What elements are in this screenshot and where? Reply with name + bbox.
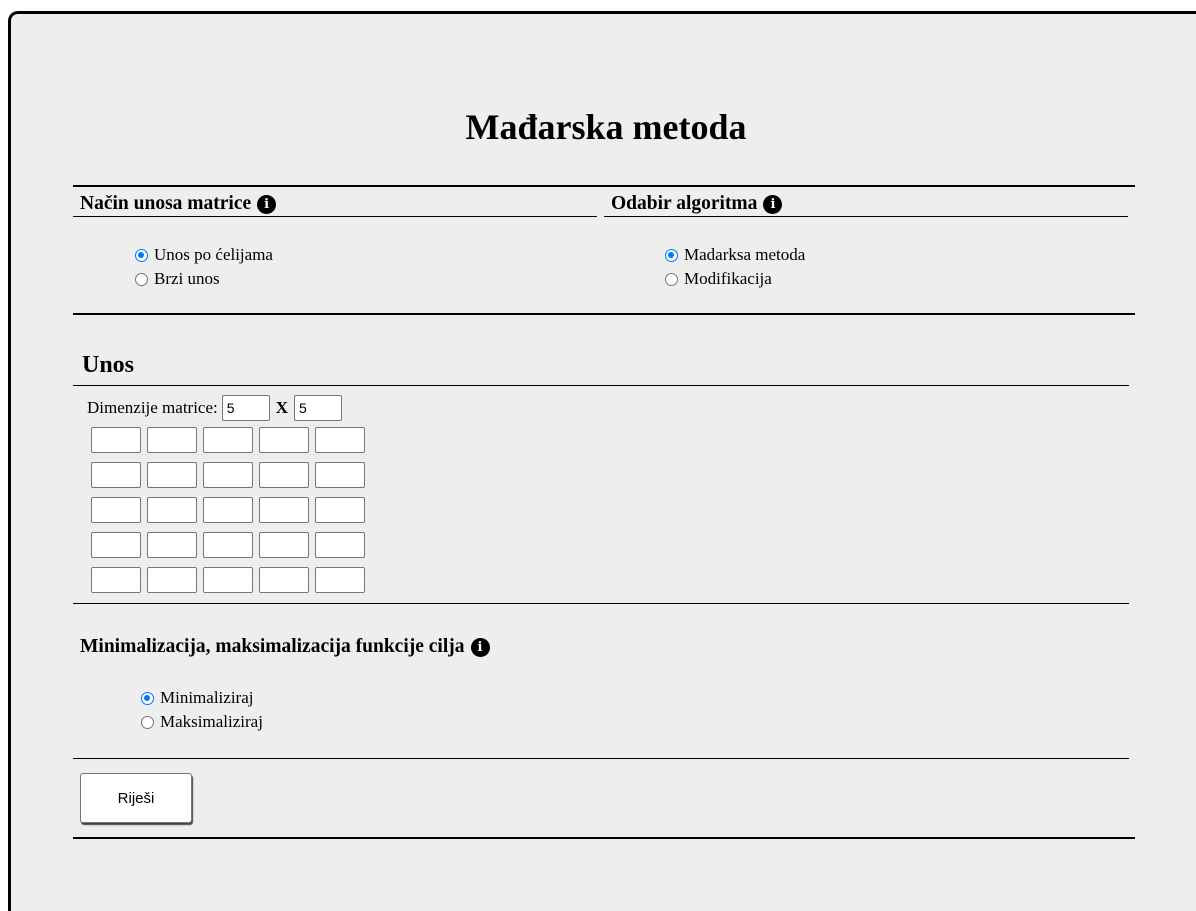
matrix-cell-input[interactable] <box>259 567 309 593</box>
matrix-cell-input[interactable] <box>315 462 365 488</box>
matrix-cell-input[interactable] <box>203 462 253 488</box>
entry-heading: Unos <box>82 352 135 378</box>
radio-option-quick-entry[interactable]: Brzi unos <box>135 267 273 291</box>
matrix-cell-input[interactable] <box>91 427 141 453</box>
divider <box>73 313 1135 315</box>
radio-button[interactable] <box>135 272 148 286</box>
cols-input[interactable] <box>294 395 343 421</box>
algorithm-heading: Odabir algoritma i <box>611 192 783 216</box>
info-icon[interactable]: i <box>470 637 490 657</box>
matrix-cell-input[interactable] <box>147 462 197 488</box>
matrix-cell-input[interactable] <box>147 497 197 523</box>
info-icon[interactable]: i <box>763 194 783 214</box>
divider <box>73 185 1135 187</box>
matrix-cell-input[interactable] <box>147 567 197 593</box>
matrix-cell-input[interactable] <box>259 462 309 488</box>
matrix-cell-input[interactable] <box>203 497 253 523</box>
matrix-cell-input[interactable] <box>147 427 197 453</box>
objective-section: Minimalizacija, maksimalizacija funkcije… <box>80 635 490 659</box>
objective-heading-text: Minimalizacija, maksimalizacija funkcije… <box>80 636 465 657</box>
input-mode-heading: Način unosa matrice i <box>80 192 277 216</box>
radio-option-minimize[interactable]: Minimaliziraj <box>141 686 263 710</box>
matrix-cell-input[interactable] <box>203 532 253 558</box>
divider <box>73 603 1129 604</box>
solve-button[interactable]: Riješi <box>80 773 192 823</box>
input-mode-options: Unos po ćelijama Brzi unos <box>135 243 273 291</box>
radio-option-cell-entry[interactable]: Unos po ćelijama <box>135 243 273 267</box>
objective-heading: Minimalizacija, maksimalizacija funkcije… <box>80 635 490 659</box>
matrix-cell-input[interactable] <box>91 462 141 488</box>
matrix-cell-input[interactable] <box>259 532 309 558</box>
page-title: Mađarska metoda <box>465 107 747 147</box>
radio-option-hungarian[interactable]: Madarksa metoda <box>665 243 805 267</box>
algorithm-section: Odabir algoritma i <box>611 192 783 216</box>
rows-input[interactable] <box>221 395 270 421</box>
algorithm-options: Madarksa metoda Modifikacija <box>665 243 805 291</box>
radio-button[interactable] <box>665 248 678 262</box>
dimension-separator: X <box>275 398 289 417</box>
matrix-cell-input[interactable] <box>147 532 197 558</box>
radio-button[interactable] <box>141 715 154 729</box>
info-icon[interactable]: i <box>257 194 277 214</box>
radio-button[interactable] <box>141 691 154 705</box>
matrix-cell-input[interactable] <box>91 497 141 523</box>
matrix-cell-input[interactable] <box>259 427 309 453</box>
radio-label: Unos po ćelijama <box>154 245 273 264</box>
matrix-cell-input[interactable] <box>315 427 365 453</box>
radio-label: Maksimaliziraj <box>160 712 263 731</box>
radio-option-modification[interactable]: Modifikacija <box>665 267 805 291</box>
matrix-cell-input[interactable] <box>91 532 141 558</box>
radio-button[interactable] <box>135 248 148 262</box>
input-mode-heading-text: Način unosa matrice <box>80 193 252 214</box>
matrix-cell-input[interactable] <box>203 567 253 593</box>
radio-label: Modifikacija <box>684 269 772 288</box>
matrix-cell-input[interactable] <box>315 567 365 593</box>
radio-button[interactable] <box>665 272 678 286</box>
algorithm-heading-text: Odabir algoritma <box>611 193 758 214</box>
radio-label: Brzi unos <box>154 269 220 288</box>
matrix-cell-input[interactable] <box>91 567 141 593</box>
objective-options: Minimaliziraj Maksimaliziraj <box>141 686 263 734</box>
dimensions-label: Dimenzije matrice: <box>87 398 218 417</box>
matrix-cell-input[interactable] <box>315 497 365 523</box>
divider <box>73 216 597 217</box>
divider <box>73 837 1135 839</box>
divider <box>73 758 1129 759</box>
matrix-cell-input[interactable] <box>203 427 253 453</box>
divider <box>604 216 1128 217</box>
radio-option-maximize[interactable]: Maksimaliziraj <box>141 710 263 734</box>
matrix-cell-input[interactable] <box>259 497 309 523</box>
dimensions-row: Dimenzije matrice: X <box>87 395 343 421</box>
input-mode-section: Način unosa matrice i <box>80 192 277 216</box>
radio-label: Minimaliziraj <box>160 688 254 707</box>
divider <box>73 385 1129 386</box>
matrix-cell-input[interactable] <box>315 532 365 558</box>
matrix-grid <box>91 427 365 593</box>
radio-label: Madarksa metoda <box>684 245 806 264</box>
